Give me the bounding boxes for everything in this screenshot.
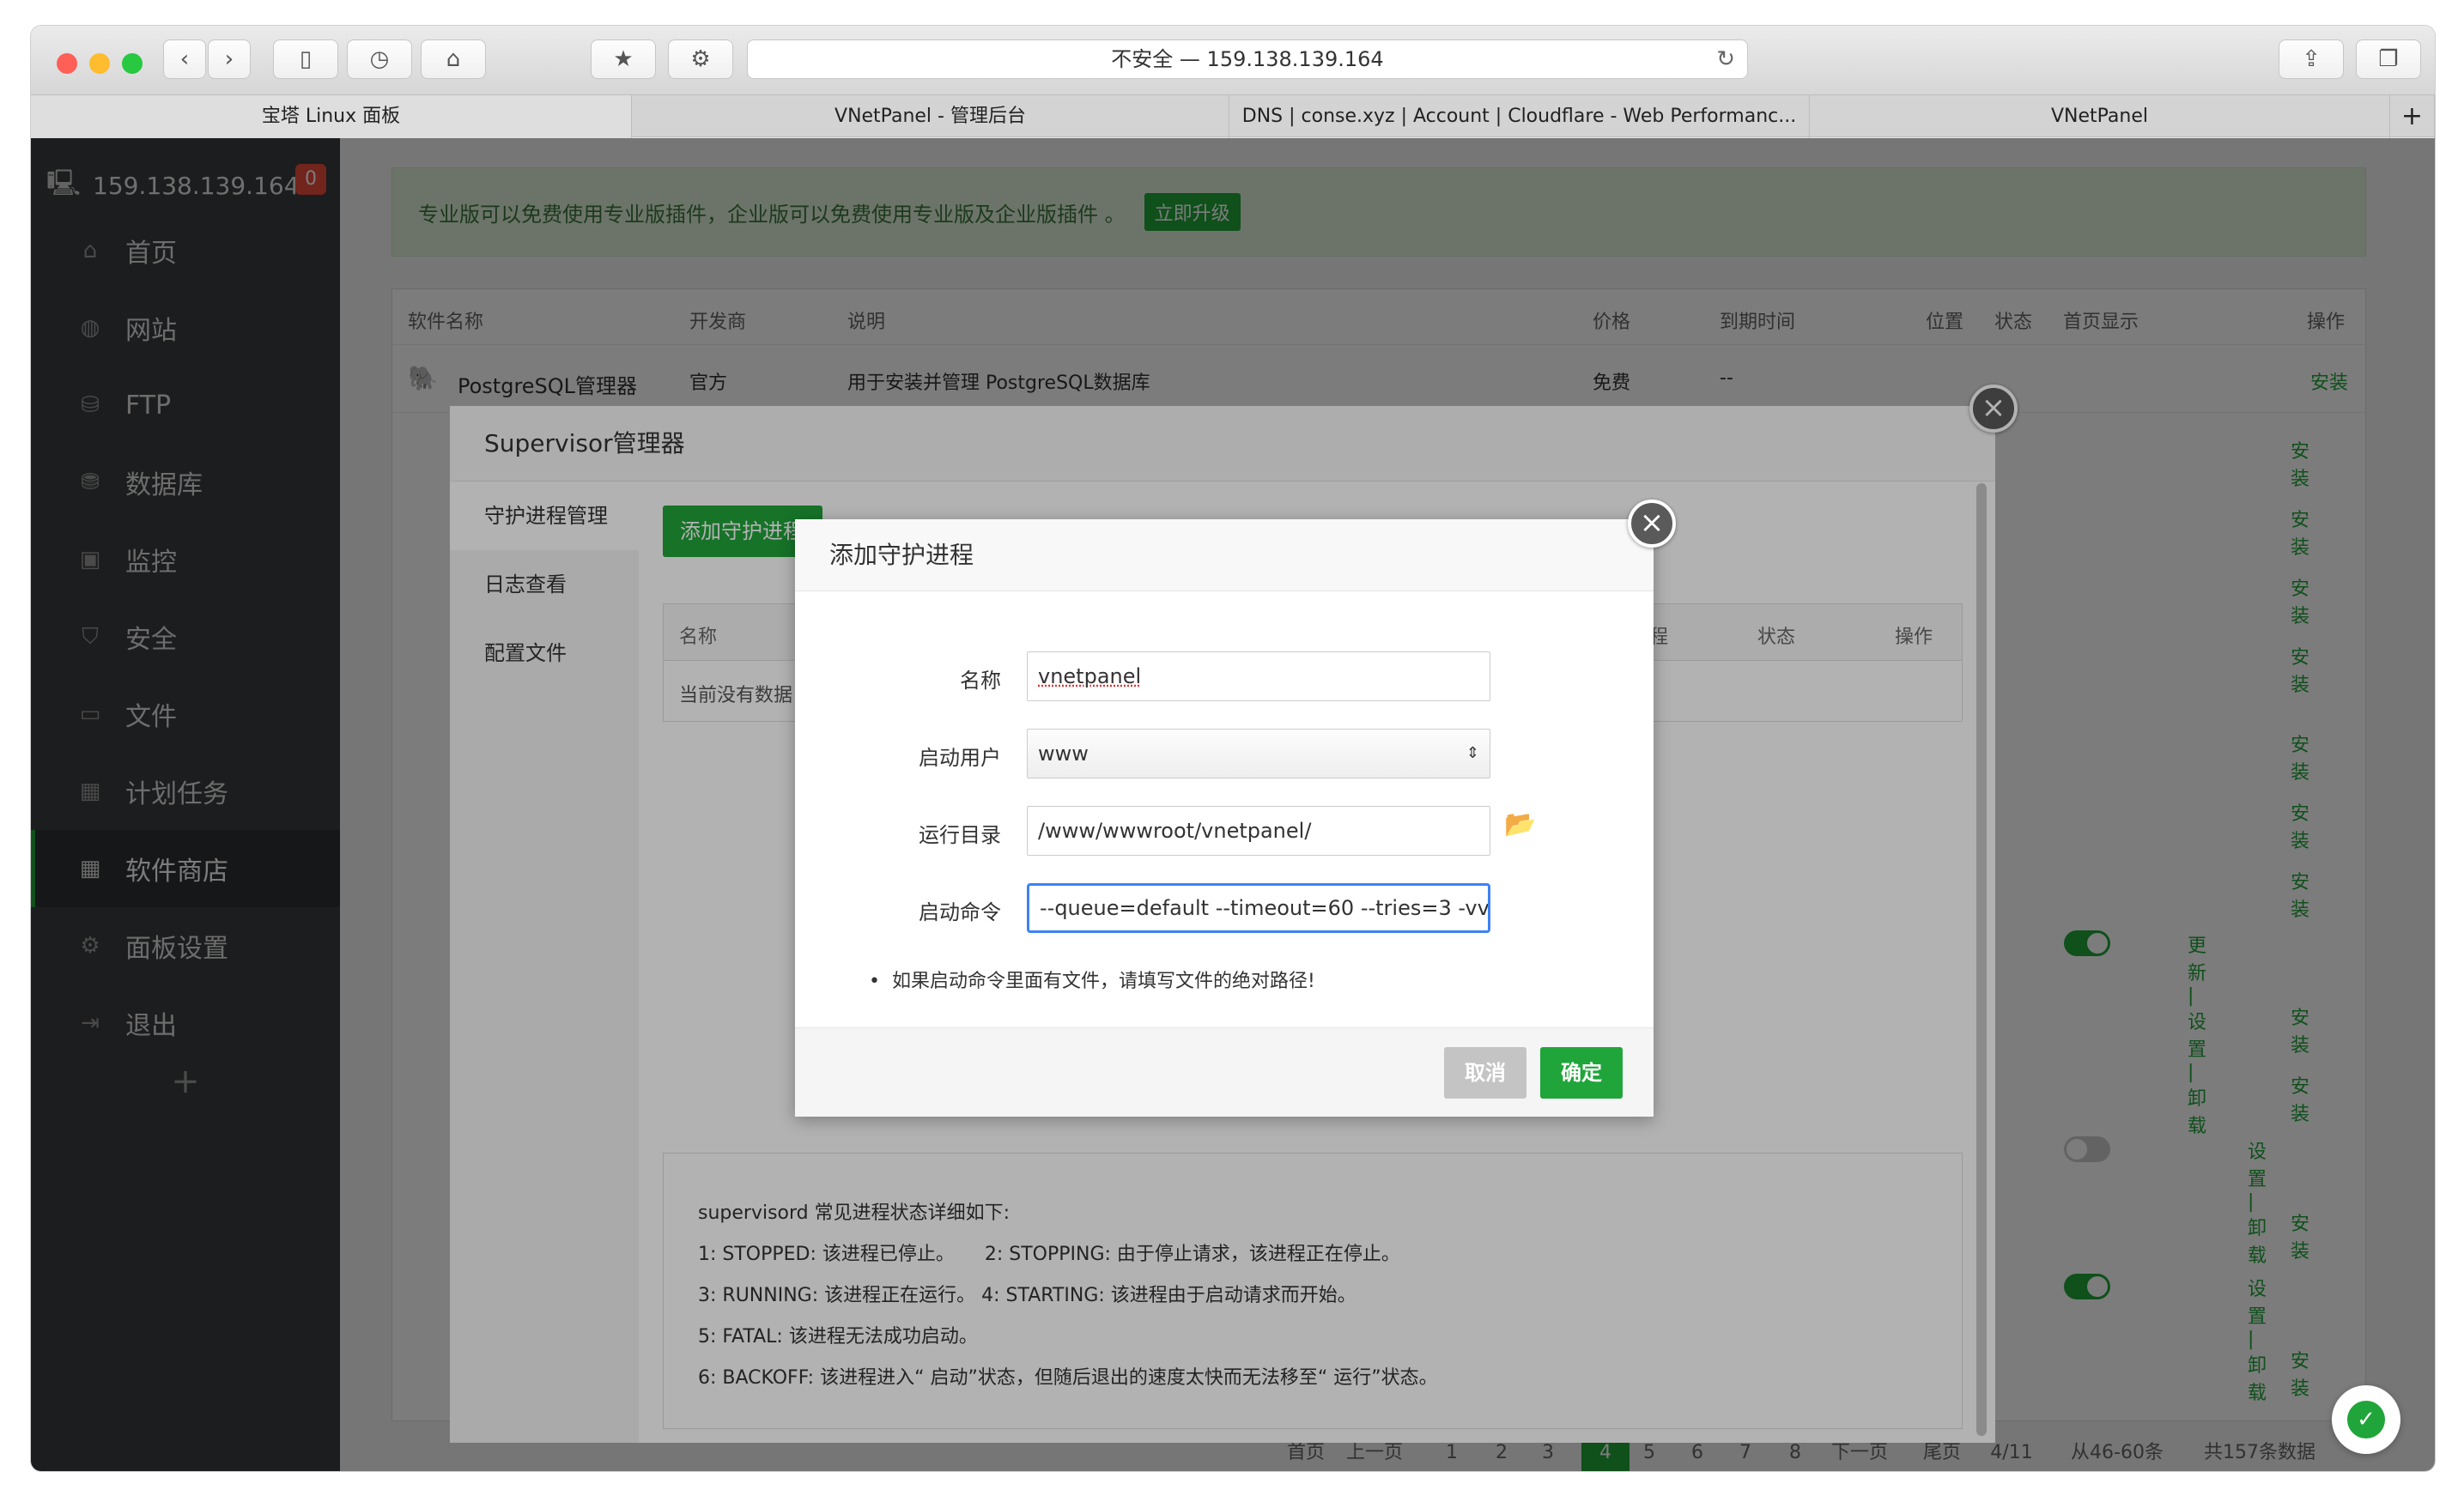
tab-bar: 宝塔 Linux 面板 VNetPanel - 管理后台 DNS | conse…	[31, 94, 2435, 138]
close-dialog-button[interactable]: ×	[1628, 500, 1676, 548]
bullet-icon: •	[869, 971, 880, 992]
name-label: 名称	[960, 669, 1001, 693]
back-button[interactable]: ‹	[163, 39, 206, 79]
settings-extension-button[interactable]: ⚙	[668, 39, 733, 79]
bookmark-extension-button[interactable]: ★	[591, 39, 656, 79]
tab-vnetpanel[interactable]: VNetPanel	[1810, 95, 2390, 138]
tabs-icon: ❐	[2378, 46, 2399, 72]
tab-baota[interactable]: 宝塔 Linux 面板	[31, 95, 632, 138]
title-bar: ‹ › ▯ ◷ ⌂ ★ ⚙ 不安全 — 159.138.139.164 ↻ ⇪ …	[31, 26, 2435, 94]
shield-check-icon: ✓	[2347, 1401, 2385, 1438]
clock-icon: ◷	[369, 46, 390, 72]
home-icon: ⌂	[446, 46, 461, 72]
share-button[interactable]: ⇪	[2279, 39, 2344, 79]
minimize-window-button[interactable]	[89, 53, 110, 74]
folder-open-icon[interactable]: 📂	[1504, 809, 1536, 839]
cmd-label: 启动命令	[919, 900, 1001, 924]
zoom-window-button[interactable]	[122, 53, 143, 74]
user-select[interactable]: www ⇕	[1027, 729, 1490, 778]
dir-input[interactable]: /www/wwwroot/vnetpanel/	[1027, 806, 1490, 856]
dir-label: 运行目录	[919, 823, 1001, 847]
hint-text: • 如果启动命令里面有文件，请填写文件的绝对路径!	[869, 971, 1315, 992]
user-label: 启动用户	[919, 746, 1001, 770]
history-button[interactable]: ◷	[347, 39, 412, 79]
chevron-left-icon: ‹	[179, 46, 190, 72]
address-text: 不安全 — 159.138.139.164	[1111, 47, 1384, 71]
share-icon: ⇪	[2302, 46, 2321, 72]
gear-icon: ⚙	[690, 46, 711, 72]
home-button[interactable]: ⌂	[421, 39, 486, 79]
sidebar-toggle-button[interactable]: ▯	[273, 39, 338, 79]
security-float-button[interactable]: ✓	[2332, 1385, 2400, 1454]
confirm-button[interactable]: 确定	[1540, 1047, 1623, 1099]
star-icon: ★	[613, 46, 634, 72]
address-bar[interactable]: 不安全 — 159.138.139.164 ↻	[747, 39, 1748, 79]
tab-vnetpanel-admin[interactable]: VNetPanel - 管理后台	[632, 95, 1229, 138]
select-arrows-icon: ⇕	[1466, 744, 1479, 762]
sidebar-icon: ▯	[299, 46, 313, 72]
close-window-button[interactable]	[57, 53, 77, 74]
browser-window: ‹ › ▯ ◷ ⌂ ★ ⚙ 不安全 — 159.138.139.164 ↻ ⇪ …	[31, 26, 2435, 1471]
tab-cloudflare[interactable]: DNS | conse.xyz | Account | Cloudflare -…	[1229, 95, 1810, 138]
new-tab-button[interactable]: +	[2390, 95, 2435, 138]
add-process-dialog: 添加守护进程 名称 vnetpanel 启动用户 www ⇕ 运行目录 /www…	[795, 519, 1654, 1117]
cmd-input[interactable]: --queue=default --timeout=60 --tries=3 -…	[1027, 883, 1490, 933]
forward-button[interactable]: ›	[208, 39, 251, 79]
dialog-footer: 取消 确定	[795, 1027, 1654, 1117]
tabs-overview-button[interactable]: ❐	[2356, 39, 2421, 79]
reload-icon[interactable]: ↻	[1716, 40, 1735, 78]
cancel-button[interactable]: 取消	[1444, 1047, 1526, 1099]
chevron-right-icon: ›	[224, 46, 234, 72]
dialog-title: 添加守护进程	[795, 519, 1654, 591]
name-input[interactable]: vnetpanel	[1027, 651, 1490, 701]
close-icon: ×	[1639, 506, 1665, 540]
